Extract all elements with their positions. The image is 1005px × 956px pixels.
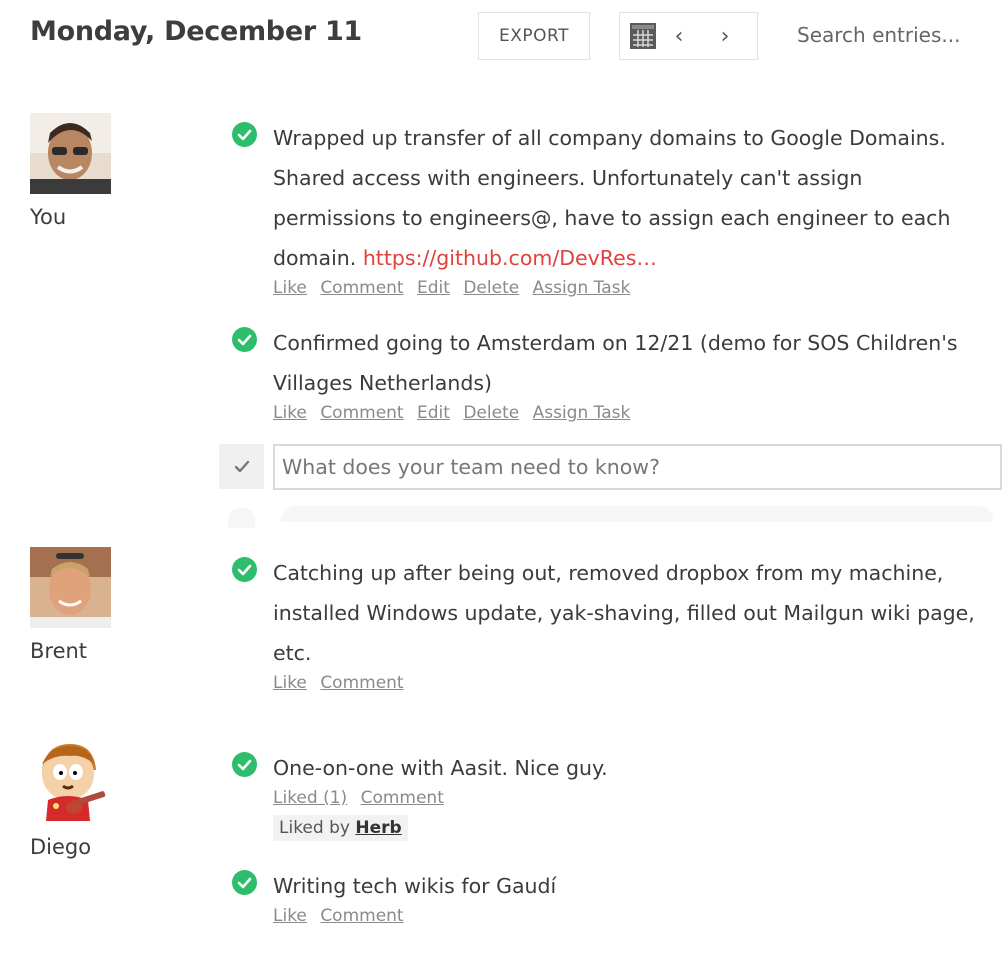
check-circle-icon [232,327,257,352]
liked-by-user-link[interactable]: Herb [355,818,401,838]
entry-link[interactable]: https://github.com/DevRes… [363,246,657,270]
delete-button[interactable]: Delete [463,278,519,298]
edit-button[interactable]: Edit [417,403,450,423]
search-input[interactable] [787,14,997,56]
user-name[interactable]: You [30,205,66,229]
entry-text: Catching up after being out, removed dro… [273,561,975,665]
checkmark-icon [234,460,249,472]
comment-button[interactable]: Comment [320,278,403,298]
like-button[interactable]: Like [273,673,307,693]
user-name[interactable]: Diego [30,835,91,859]
entry-text: One-on-one with Aasit. Nice guy. [273,756,608,780]
check-circle-icon [232,752,257,777]
entry-text: Wrapped up transfer of all company domai… [273,118,990,278]
assign-task-button[interactable]: Assign Task [533,278,631,298]
user-name[interactable]: Brent [30,639,87,663]
avatar [30,113,111,194]
edit-button[interactable]: Edit [417,278,450,298]
entry: Confirmed going to Amsterdam on 12/21 (d… [230,323,990,424]
check-circle-icon [232,870,257,895]
placeholder-dot [228,508,255,528]
liked-button[interactable]: Liked (1) [273,788,347,808]
chevron-left-icon[interactable]: ‹ [656,24,702,49]
avatar [30,740,111,821]
placeholder-bar [281,506,993,522]
entry: Wrapped up transfer of all company domai… [230,118,990,299]
like-button[interactable]: Like [273,278,307,298]
entry: Catching up after being out, removed dro… [230,553,990,694]
entry: Writing tech wikis for Gaudí Like Commen… [230,866,990,927]
check-circle-icon [232,122,257,147]
entry-actions: Liked (1) Comment [273,787,990,809]
comment-button[interactable]: Comment [361,788,444,808]
page-title: Monday, December 11 [30,16,362,47]
entry-actions: Like Comment Edit Delete Assign Task [273,402,990,424]
assign-task-button[interactable]: Assign Task [533,403,631,423]
compose-input[interactable] [273,444,1002,490]
comment-button[interactable]: Comment [320,906,403,926]
compose-check-button[interactable] [219,444,264,489]
export-button[interactable]: EXPORT [478,12,590,60]
entry-text: Confirmed going to Amsterdam on 12/21 (d… [273,331,958,395]
comment-button[interactable]: Comment [320,403,403,423]
calendar-icon[interactable] [630,23,656,49]
entry-actions: Like Comment [273,905,990,927]
entry: One-on-one with Aasit. Nice guy. Liked (… [230,748,990,841]
header: Monday, December 11 EXPORT ‹ › [0,0,1005,70]
liked-by-label: Liked by [279,818,350,838]
like-button[interactable]: Like [273,906,307,926]
chevron-right-icon[interactable]: › [702,24,748,49]
comment-button[interactable]: Comment [320,673,403,693]
entry-text: Writing tech wikis for Gaudí [273,874,557,898]
avatar [30,547,111,628]
like-button[interactable]: Like [273,403,307,423]
liked-by-badge: Liked by Herb [273,815,408,841]
date-navigation: ‹ › [619,12,758,60]
delete-button[interactable]: Delete [463,403,519,423]
entry-actions: Like Comment Edit Delete Assign Task [273,277,990,299]
entry-actions: Like Comment [273,672,990,694]
check-circle-icon [232,557,257,582]
